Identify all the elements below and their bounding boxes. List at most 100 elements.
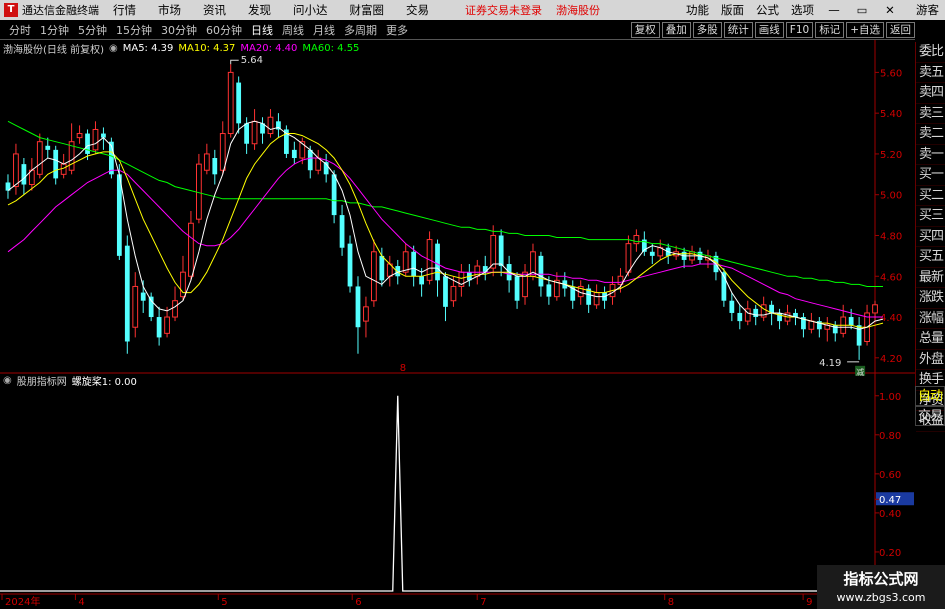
helix-signal-line [0,395,875,592]
app-name: 通达信金融终端 [22,4,99,17]
candle-body-down [411,251,417,277]
indicator-tick-label: 0.60 [879,470,901,481]
login-status[interactable]: 证券交易未登录 [465,2,542,18]
menu-caifuquan[interactable]: 财富圈 [350,2,385,18]
tool-diejia[interactable]: 叠加 [661,22,691,38]
candle-body-down [443,276,448,307]
sidebar-item-12: 涨跌 [916,288,945,309]
kline-chart[interactable]: 5.60 5.40 5.20 5.00 4.80 4.60 4.40 4.20 5.64 4.1… [0,40,915,609]
sidebar-item-3: 卖三 [916,104,945,124]
period-daily[interactable]: 日线 [251,22,273,38]
menu-faxian[interactable]: 发现 [248,2,271,18]
candle-body-down [53,149,59,179]
candle-body-up [60,163,67,175]
sidebar-item-2: 卖四 [916,83,945,104]
candle-body-down [236,82,242,124]
candle-body-down [419,276,424,285]
tool-huaxian[interactable]: 画线 [754,22,784,38]
candle-body-down [307,149,313,171]
sidebar-item-7: 买二 [916,186,945,206]
candle-body-down [514,276,520,301]
candle-body-down [339,215,345,248]
menu-xuanxiang[interactable]: 选项 [791,2,814,18]
period-weekly[interactable]: 周线 [282,22,304,38]
top-menu-bar: T 通达信金融终端 行情 市场 资讯 发现 问小达 财富圈 交易 证券交易未登录… [0,0,945,20]
quote-sidebar-bottom: 自动 交易 [915,386,945,426]
candle-body-up [402,251,409,273]
period-30min[interactable]: 30分钟 [161,22,197,38]
candle-body-up [593,292,600,306]
sidebar-trade[interactable]: 交易 [915,406,945,426]
menu-shichang[interactable]: 市场 [158,2,181,18]
close-icon[interactable]: ✕ [882,3,898,17]
top-right-menu: 功能 版面 公式 选项 — ▭ ✕ 游客 [674,0,945,20]
date-tick-label: 2024年 [5,595,40,608]
ma60-line [7,120,883,287]
user-label[interactable]: 游客 [916,2,939,18]
period-fenshi[interactable]: 分时 [9,22,31,38]
tool-fanhui[interactable]: 返回 [886,22,915,38]
candle-body-down [45,145,51,150]
menu-hangqing[interactable]: 行情 [113,2,136,18]
tool-f10[interactable]: F10 [785,22,814,38]
sidebar-auto[interactable]: 自动 [915,386,945,406]
candle-body-up [227,71,234,135]
indicator-name: 股朋指标网 [16,377,67,388]
indicator-line [0,395,875,592]
candle-body-down [546,284,552,297]
candle-body-up [92,128,99,151]
sidebar-item-5: 卖一 [916,145,945,165]
menu-gongshi[interactable]: 公式 [756,2,779,18]
tool-tongji[interactable]: 统计 [723,22,753,38]
candle-body-down [649,251,655,256]
menu-gongneng[interactable]: 功能 [686,2,709,18]
date-tick-label: 8 [668,597,674,608]
watermark-title: 指标公式网 [843,570,919,588]
indicator-toggle-icon[interactable]: ◉ [3,375,12,386]
period-5min[interactable]: 5分钟 [78,22,107,38]
period-15min[interactable]: 15分钟 [116,22,152,38]
menu-banmian[interactable]: 版面 [721,2,744,18]
candle-body-down [737,312,743,322]
candle-body-down [244,123,249,144]
date-tick-label: 4 [78,597,84,608]
sidebar-item-11: 最新 [916,268,945,288]
candle-body-up [490,234,497,269]
candle-body-down [347,243,353,287]
quote-sidebar: 委比 卖五 卖四 卖三 卖二 卖一 买一 买二 买三 买四 买五 最新 涨跌 涨幅 总量 外盘 换手 净资 收益 [915,42,945,432]
restore-icon[interactable]: ▭ [854,3,870,17]
tool-fuquan[interactable]: 复权 [630,22,660,38]
candle-body-down [395,266,401,277]
date-tick-label: 7 [480,597,486,608]
candle-body-down [85,133,90,154]
sidebar-item-10: 买五 [916,247,945,268]
tool-duogu[interactable]: 多股 [692,22,722,38]
menu-zixun[interactable]: 资讯 [203,2,226,18]
candle-body-up [76,133,83,139]
minimize-icon[interactable]: — [826,3,842,17]
candle-body-down [124,245,130,342]
date-tick-label: 6 [355,597,361,608]
menu-jiaoyi[interactable]: 交易 [406,2,429,18]
candle-body-up [625,243,632,273]
stock-label: 渤海股份(日线 前复权) [3,45,104,56]
candle-body-up [371,251,377,302]
tool-biaoji[interactable]: 标记 [815,22,845,38]
candle-body-up [633,234,640,245]
candle-body-down [156,317,162,338]
candle-body-up [808,320,815,330]
date-tick-label: 5 [221,597,227,608]
price-tick-label: 4.60 [880,272,902,283]
indicator-tick-label: 1.00 [879,392,901,403]
period-more[interactable]: 更多 [386,22,408,38]
period-60min[interactable]: 60分钟 [206,22,242,38]
period-1min[interactable]: 1分钟 [40,22,69,38]
sidebar-item-8: 买三 [916,206,945,227]
menu-wenxiaoda[interactable]: 问小达 [293,2,328,18]
period-monthly[interactable]: 月线 [313,22,335,38]
indicator-tick-label: 0.47 [879,495,901,506]
candle-body-up [872,304,878,314]
period-multi[interactable]: 多周期 [344,22,377,38]
tool-zixuan[interactable]: +自选 [846,22,884,38]
chart-header-toggle-icon[interactable]: ◉ [109,43,118,54]
